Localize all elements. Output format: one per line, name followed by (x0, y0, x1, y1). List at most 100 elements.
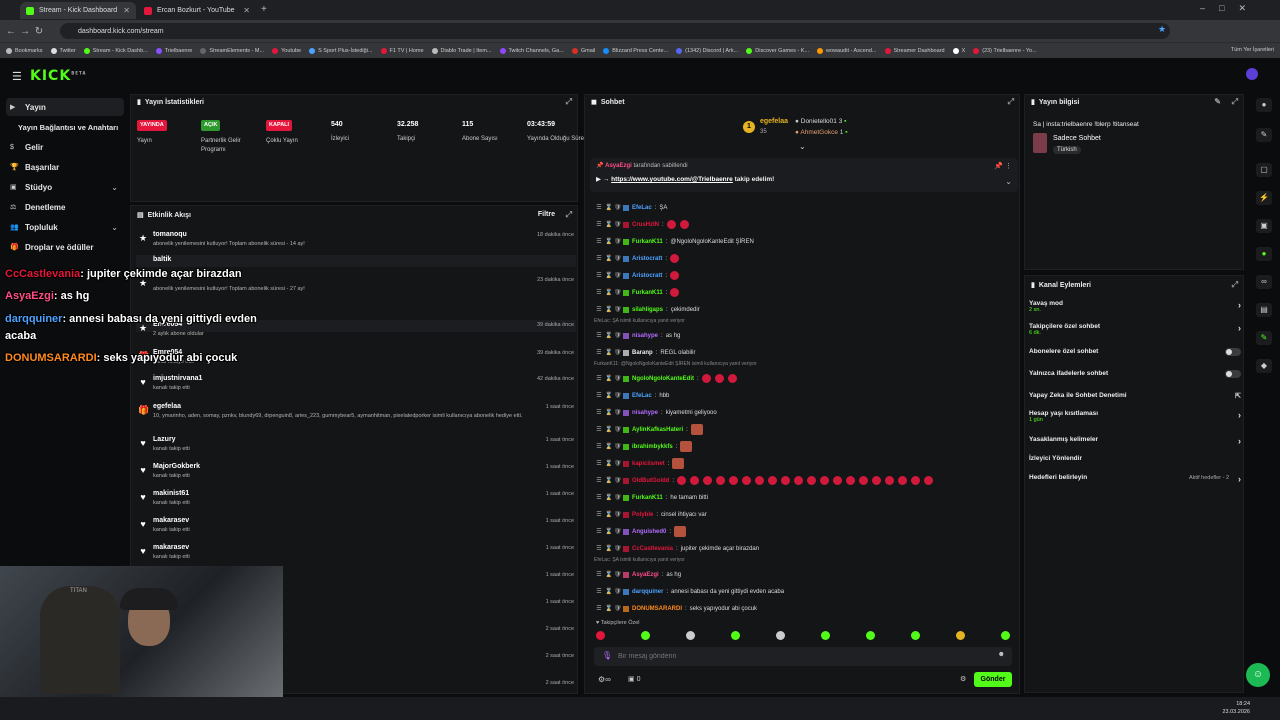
bookmark-item[interactable]: StreamElements - M... (200, 47, 264, 54)
quick-emote-icon[interactable] (596, 631, 605, 640)
timeout-icon[interactable]: ⌛ (605, 494, 612, 501)
timeout-icon[interactable]: ⌛ (605, 306, 612, 313)
timeout-icon[interactable]: ⌛ (605, 545, 612, 552)
shield-icon[interactable]: 🛡 (614, 545, 622, 552)
bookmark-item[interactable]: Blizzard Press Cente... (603, 47, 668, 54)
timeout-icon[interactable]: ⌛ (605, 409, 612, 416)
bookmark-item[interactable]: (1342) Discord | Ark... (676, 47, 738, 54)
bookmark-item[interactable]: Youtube (272, 47, 301, 54)
bookmark-item[interactable]: Bookmarks (6, 47, 43, 54)
shield-icon[interactable]: 🛡 (614, 571, 622, 578)
chat-username[interactable]: NgoloNgoloKanteEdit (632, 376, 694, 382)
timeout-icon[interactable]: ⌛ (605, 221, 612, 228)
quick-emote-icon[interactable] (731, 631, 740, 640)
menu-icon[interactable]: ☰ (596, 477, 602, 484)
menu-icon[interactable]: ☰ (596, 272, 602, 279)
menu-icon[interactable]: ☰ (596, 392, 602, 399)
shield-icon[interactable]: 🛡 (614, 255, 622, 262)
system-clock[interactable]: 18:24 23.03.2026 (1222, 700, 1250, 716)
channel-action[interactable]: Hedefleri belirleyin Aktif hedefler - 2 › (1029, 474, 1241, 484)
menu-icon[interactable]: ☰ (596, 571, 602, 578)
chat-username[interactable]: DONUMSARARDI (632, 606, 682, 612)
rail-button[interactable]: ⚡ (1256, 191, 1272, 205)
chevron-right-icon[interactable]: › (1238, 436, 1241, 446)
menu-icon[interactable]: ☰ (596, 545, 602, 552)
chat-username[interactable]: Aristocratt (632, 273, 662, 279)
menu-icon[interactable]: ☰ (596, 409, 602, 416)
forward-icon[interactable]: → (18, 26, 32, 37)
edit-icon[interactable]: ✎ (1214, 97, 1221, 106)
timeout-icon[interactable]: ⌛ (605, 426, 612, 433)
rail-button[interactable]: ✎ (1256, 128, 1272, 142)
expand-icon[interactable]: ⤢ (566, 210, 572, 220)
chat-username[interactable]: CcCastlevania (632, 546, 673, 552)
channel-action[interactable]: Yasaklanmış kelimeler › (1029, 436, 1241, 446)
channel-action[interactable]: Yapay Zeka ile Sohbet Denetimi ⇱ (1029, 392, 1241, 400)
chat-username[interactable]: Anguished0 (632, 529, 666, 535)
menu-icon[interactable]: ☰ (596, 426, 602, 433)
chat-input-box[interactable]: 🎙 ☻ (594, 647, 1012, 666)
quick-emote-icon[interactable] (866, 631, 875, 640)
chevron-down-icon[interactable]: ⌄ (111, 223, 118, 232)
shield-icon[interactable]: 🛡 (614, 588, 622, 595)
shield-icon[interactable]: 🛡 (614, 494, 622, 501)
menu-icon[interactable]: ☰ (12, 70, 22, 83)
pinned-link[interactable]: https://www.youtube.com/@Trielbaenre (611, 176, 733, 183)
shield-icon[interactable]: 🛡 (614, 443, 622, 450)
sidebar-item[interactable]: 🎁 Droplar ve ödüller (6, 238, 124, 256)
bookmark-item[interactable]: wowaudit - Ascend... (817, 47, 877, 54)
close-icon[interactable]: ✕ (243, 6, 250, 15)
quick-emote-icon[interactable] (641, 631, 650, 640)
chat-username[interactable]: FurkanK11 (632, 290, 663, 296)
activity-user[interactable]: tomanoqu (153, 231, 187, 238)
timeout-icon[interactable]: ⌛ (605, 460, 612, 467)
close-icon[interactable]: ✕ (123, 6, 130, 15)
timeout-icon[interactable]: ⌛ (605, 332, 612, 339)
timeout-icon[interactable]: ⌛ (605, 605, 612, 612)
menu-icon[interactable]: ☰ (596, 605, 602, 612)
chat-username[interactable]: AylinKafkasHateri (632, 427, 683, 433)
menu-icon[interactable]: ☰ (596, 511, 602, 518)
shield-icon[interactable]: 🛡 (614, 221, 622, 228)
chat-username[interactable]: FurkanK11 (632, 495, 663, 501)
bookmark-item[interactable]: Discover Games - K... (746, 47, 809, 54)
chat-username[interactable]: Aristocratt (632, 256, 662, 262)
activity-user[interactable]: egefelaa (153, 403, 181, 410)
channel-action[interactable]: Abonelere özel sohbet (1029, 348, 1241, 356)
chat-username[interactable]: Baranp (632, 350, 653, 356)
bookmark-item[interactable]: Stream - Kick Dashb... (83, 47, 148, 54)
pinned-by-user[interactable]: AsyaEzgi (605, 163, 632, 169)
chat-username[interactable]: nisahype (632, 333, 658, 339)
chat-username[interactable]: EfeLac (632, 393, 652, 399)
chat-username[interactable]: CrusHzIN (632, 222, 659, 228)
timeout-icon[interactable]: ⌛ (605, 375, 612, 382)
chat-username[interactable]: Polyble (632, 512, 653, 518)
leader-third[interactable]: ● AhmetGokce 1 ▪ (795, 129, 848, 136)
chevron-down-icon[interactable]: ⌄ (1005, 177, 1012, 186)
chevron-right-icon[interactable]: › (1238, 410, 1241, 420)
quick-emote-icon[interactable] (821, 631, 830, 640)
menu-icon[interactable]: ☰ (596, 460, 602, 467)
chat-username[interactable]: silahligaps (632, 307, 663, 313)
menu-icon[interactable]: ☰ (596, 255, 602, 262)
activity-user[interactable]: baltik (153, 256, 171, 263)
shield-icon[interactable]: 🛡 (614, 332, 622, 339)
sidebar-item[interactable]: ▶ Yayın (6, 98, 124, 116)
emoji-icon[interactable]: ☻ (998, 651, 1005, 658)
timeout-icon[interactable]: ⌛ (605, 511, 612, 518)
sidebar-item[interactable]: ⚖ Denetleme (6, 198, 124, 216)
bookmark-item[interactable]: Gmail (571, 47, 595, 54)
tools-icon[interactable]: ⚙∞ (598, 675, 611, 684)
menu-icon[interactable]: ☰ (596, 238, 602, 245)
activity-user[interactable]: makinist61 (153, 490, 189, 497)
activity-user[interactable]: makarasev (153, 544, 189, 551)
sidebar-item[interactable]: ▣ Stüdyo ⌄ (6, 178, 124, 196)
timeout-icon[interactable]: ⌛ (605, 528, 612, 535)
rail-button[interactable]: ✎ (1256, 331, 1272, 345)
chat-username[interactable]: darqquiner (632, 589, 663, 595)
quick-emote-icon[interactable] (911, 631, 920, 640)
chat-username[interactable]: nisahype (632, 410, 658, 416)
menu-icon[interactable]: ☰ (596, 289, 602, 296)
reload-icon[interactable]: ↻ (32, 26, 46, 37)
channel-action[interactable]: Yalnızca ifadelerle sohbet (1029, 370, 1241, 378)
